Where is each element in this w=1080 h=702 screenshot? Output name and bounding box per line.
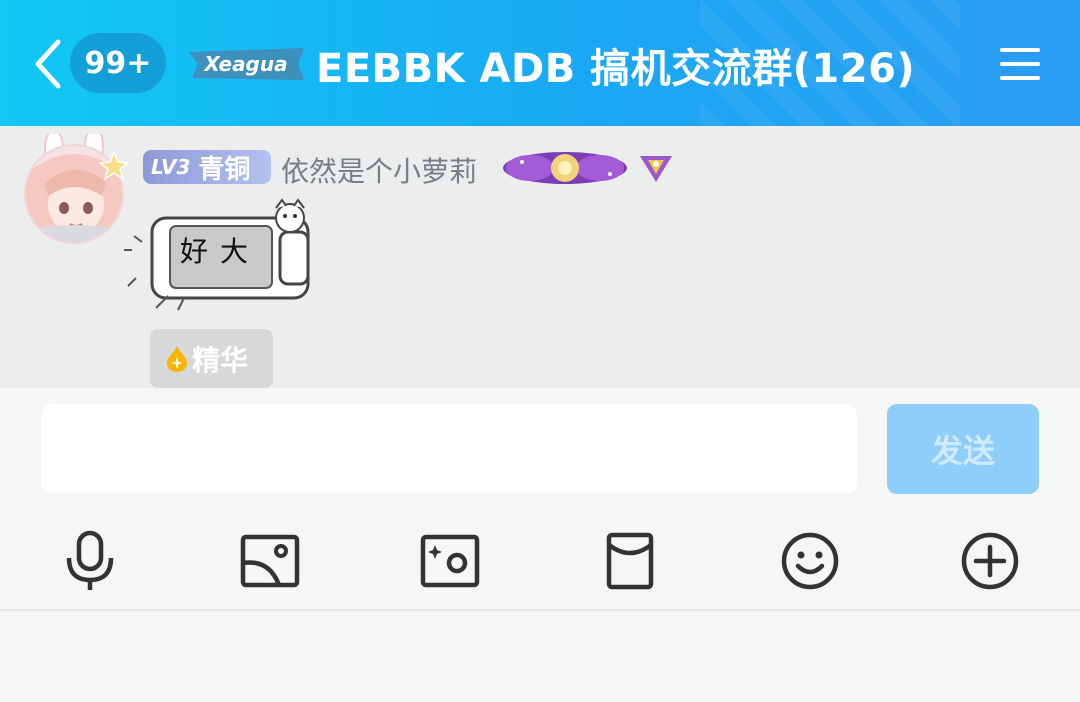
group-logo-text: Xeagua bbox=[202, 52, 287, 76]
emoji-icon[interactable] bbox=[779, 530, 841, 592]
vip-icon bbox=[640, 156, 672, 182]
level-badge: LV3 青铜 bbox=[143, 150, 271, 185]
back-arrow-icon[interactable] bbox=[28, 36, 68, 92]
red-packet-icon[interactable] bbox=[599, 530, 661, 592]
plus-icon[interactable] bbox=[959, 530, 1021, 592]
essence-tag[interactable]: 精华 bbox=[150, 329, 273, 388]
level-label: LV3 bbox=[151, 155, 191, 179]
message-input[interactable] bbox=[41, 404, 857, 494]
group-logo: Xeagua bbox=[188, 48, 304, 80]
camera-icon[interactable] bbox=[419, 530, 481, 592]
medal-badge bbox=[503, 152, 627, 184]
rank-label: 青铜 bbox=[198, 154, 251, 185]
microphone-icon[interactable] bbox=[59, 530, 121, 592]
group-title[interactable]: EEBBK ADB 搞机交流群(126) bbox=[316, 36, 915, 94]
image-icon[interactable] bbox=[239, 530, 301, 592]
avatar[interactable] bbox=[20, 134, 128, 244]
sticker-text: 好大 bbox=[179, 235, 260, 268]
unread-count-badge[interactable]: 99+ bbox=[70, 33, 166, 93]
menu-icon[interactable] bbox=[998, 44, 1042, 84]
bottom-panel bbox=[0, 611, 1080, 702]
send-button[interactable]: 发送 bbox=[887, 404, 1039, 494]
essence-label: 精华 bbox=[192, 343, 249, 377]
sender-nickname[interactable]: 依然是个小萝莉 bbox=[281, 150, 477, 190]
flame-icon bbox=[167, 345, 187, 372]
